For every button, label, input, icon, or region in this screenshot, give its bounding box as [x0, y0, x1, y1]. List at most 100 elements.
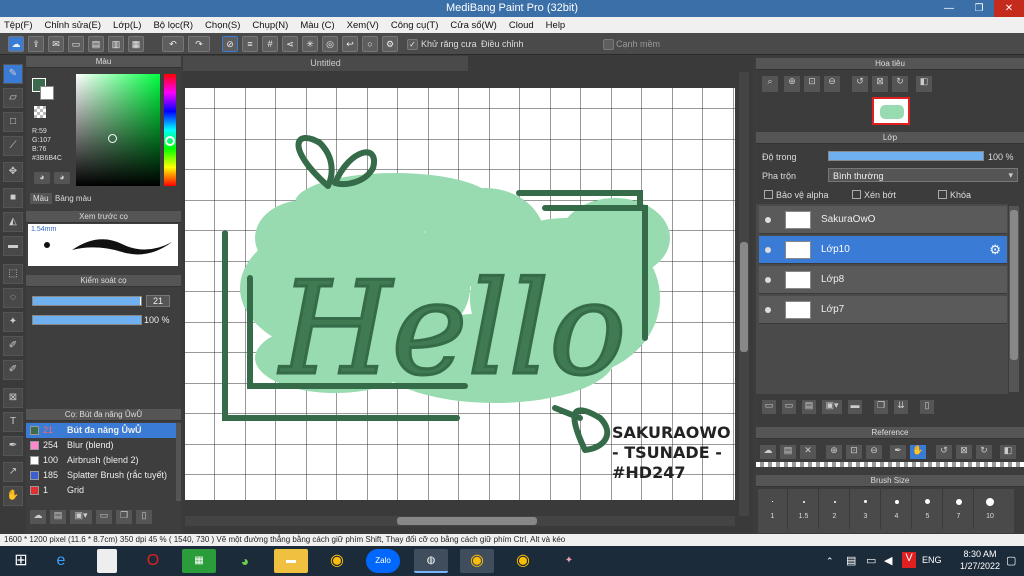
vertical-scroll-thumb[interactable]	[740, 242, 748, 352]
no-snap-icon[interactable]: ⊘	[222, 36, 238, 52]
layer-row-lop8[interactable]: Lớp8	[759, 266, 1007, 294]
menu-view[interactable]: Xem(V)	[347, 20, 379, 31]
ie-icon[interactable]: e	[44, 549, 78, 573]
color-picker-cursor[interactable]	[108, 134, 117, 143]
rotate-left-icon[interactable]: ↺	[852, 76, 868, 92]
zalo-icon[interactable]: Zalo	[366, 549, 400, 573]
zoom-in-icon[interactable]: ⊕	[784, 76, 800, 92]
drawing-canvas[interactable]: Hello SAKURAOWO - TSUNADE - #HD247	[185, 88, 735, 500]
rotate-right-icon[interactable]: ↻	[892, 76, 908, 92]
brush-list-scrollbar[interactable]	[176, 423, 181, 501]
notification-icon[interactable]: ▢	[1006, 554, 1016, 567]
reference-rotate-left-icon[interactable]: ↺	[936, 445, 952, 459]
reference-reset-icon[interactable]: ⊠	[956, 445, 972, 459]
zoom-out-icon[interactable]: ⊖	[824, 76, 840, 92]
circle-snap-icon[interactable]: ○	[362, 36, 378, 52]
app2-icon[interactable]: ✦	[552, 549, 586, 573]
merge-layer-icon[interactable]: ⇊	[894, 400, 908, 414]
minimize-button[interactable]: —	[934, 0, 964, 17]
menu-color[interactable]: Màu (C)	[300, 20, 334, 31]
horizontal-scrollbar[interactable]	[185, 516, 735, 526]
open-icon[interactable]: ▤	[88, 36, 104, 52]
brush-delete-icon[interactable]: ▯	[136, 510, 152, 524]
brush-add-menu-icon[interactable]: ▣▾	[70, 510, 92, 524]
palette-icon[interactable]: ◕	[34, 172, 50, 184]
list-item[interactable]: 21 Bút đa năng ŮwŮ	[26, 423, 176, 438]
menu-tools[interactable]: Công cụ(T)	[391, 20, 439, 31]
clock-date[interactable]: 1/27/2022	[958, 561, 1002, 571]
save-icon[interactable]: ▥	[108, 36, 124, 52]
text-tool-icon[interactable]: T	[3, 412, 23, 432]
eraser-tool-icon[interactable]: ▱	[3, 88, 23, 108]
eye-icon[interactable]	[765, 307, 771, 313]
chrome-profile2-icon[interactable]: ◉	[506, 549, 540, 573]
app-icon[interactable]: ◕	[228, 549, 262, 573]
reference-close-icon[interactable]: ✕	[800, 445, 816, 459]
menu-window[interactable]: Cửa sổ(W)	[450, 20, 496, 31]
tab-color[interactable]: Màu	[30, 193, 52, 204]
reference-cloud-icon[interactable]: ☁	[760, 445, 776, 459]
layer-scroll-thumb[interactable]	[1010, 210, 1018, 360]
folder-icon[interactable]: ▬	[848, 400, 862, 414]
new-layer-icon[interactable]: ▭	[762, 400, 776, 414]
comment-icon[interactable]: ✉	[48, 36, 64, 52]
new-halftone-layer-icon[interactable]: ▭	[782, 400, 796, 414]
language-indicator[interactable]: ENG	[922, 555, 942, 565]
menu-file[interactable]: Tệp(F)	[4, 20, 33, 31]
brush-opacity-slider[interactable]	[32, 315, 142, 325]
clipping-checkbox[interactable]	[852, 190, 861, 199]
tab-untitled[interactable]: Untitled	[183, 56, 468, 71]
reference-hand-icon[interactable]: ✋	[910, 445, 926, 459]
menu-select[interactable]: Chọn(S)	[205, 20, 240, 31]
list-item[interactable]: 185 Splatter Brush (rắc tuyết)	[26, 468, 176, 483]
hand-tool-icon[interactable]: ✋	[3, 486, 23, 506]
hue-cursor[interactable]	[165, 136, 175, 146]
flip-icon[interactable]: ◧	[916, 76, 932, 92]
layer-row-lop10[interactable]: Lớp10 ⚙	[759, 236, 1007, 264]
cloud-icon[interactable]: ☁	[8, 36, 24, 52]
brush-size-cell[interactable]: 7	[944, 489, 974, 529]
brush-size-slider[interactable]	[32, 296, 142, 306]
eye-icon[interactable]	[765, 277, 771, 283]
horizontal-scroll-thumb[interactable]	[397, 517, 537, 525]
eyedropper2-icon[interactable]: ↗	[3, 462, 23, 482]
list-item[interactable]: 1 Grid	[26, 483, 176, 498]
reference-flip-icon[interactable]: ◧	[1000, 445, 1016, 459]
soft-edge-checkbox[interactable]	[603, 39, 614, 50]
share-icon[interactable]: ⇪	[28, 36, 44, 52]
select-tool-icon[interactable]: ⬚	[3, 264, 23, 284]
antialias-checkbox[interactable]: ✓	[407, 39, 418, 50]
list-item[interactable]: 100 Airbrush (blend 2)	[26, 453, 176, 468]
reference-zoom-out-icon[interactable]: ⊖	[866, 445, 882, 459]
menu-edit[interactable]: Chỉnh sửa(E)	[45, 20, 102, 31]
menu-cloud[interactable]: Cloud	[509, 20, 534, 31]
fit-window-icon[interactable]: ⊡	[804, 76, 820, 92]
new-file-icon[interactable]: ▭	[68, 36, 84, 52]
store-icon[interactable]: ▦	[182, 549, 216, 573]
layer-opacity-slider[interactable]	[828, 151, 984, 161]
brush-size-cell[interactable]: 1.5	[789, 489, 819, 529]
add-brush-icon[interactable]: ☁	[30, 510, 46, 524]
radial-snap-icon[interactable]: ✳	[302, 36, 318, 52]
hue-slider[interactable]	[164, 74, 176, 186]
shape-tool-icon[interactable]: □	[3, 112, 23, 132]
layer-scrollbar[interactable]	[1009, 206, 1019, 392]
folder-icon[interactable]: ▬	[274, 549, 308, 573]
transparent-swatch[interactable]	[34, 106, 46, 118]
menu-filter[interactable]: Bộ lọc(R)	[153, 20, 193, 31]
brush-import-icon[interactable]: ▭	[96, 510, 112, 524]
opera-icon[interactable]: O	[136, 549, 170, 573]
network-icon[interactable]: ▤	[846, 554, 856, 567]
move-tool-icon[interactable]: ✥	[3, 162, 23, 182]
fill-rect-tool-icon[interactable]: ■	[3, 188, 23, 208]
chrome-icon[interactable]: ◉	[320, 549, 354, 573]
reference-fit-icon[interactable]: ⊡	[846, 445, 862, 459]
swap-icon[interactable]: ◕	[54, 172, 70, 184]
reference-open-icon[interactable]: ▤	[780, 445, 796, 459]
gear-icon[interactable]: ⚙	[989, 242, 1001, 258]
tray-chevron-icon[interactable]: ⌃	[826, 556, 834, 567]
menu-layer[interactable]: Lớp(L)	[113, 20, 141, 31]
divide-tool-icon[interactable]: ⊠	[3, 388, 23, 408]
new-8bit-layer-icon[interactable]: ▤	[802, 400, 816, 414]
brush-tool-icon[interactable]: ✎	[3, 64, 23, 84]
